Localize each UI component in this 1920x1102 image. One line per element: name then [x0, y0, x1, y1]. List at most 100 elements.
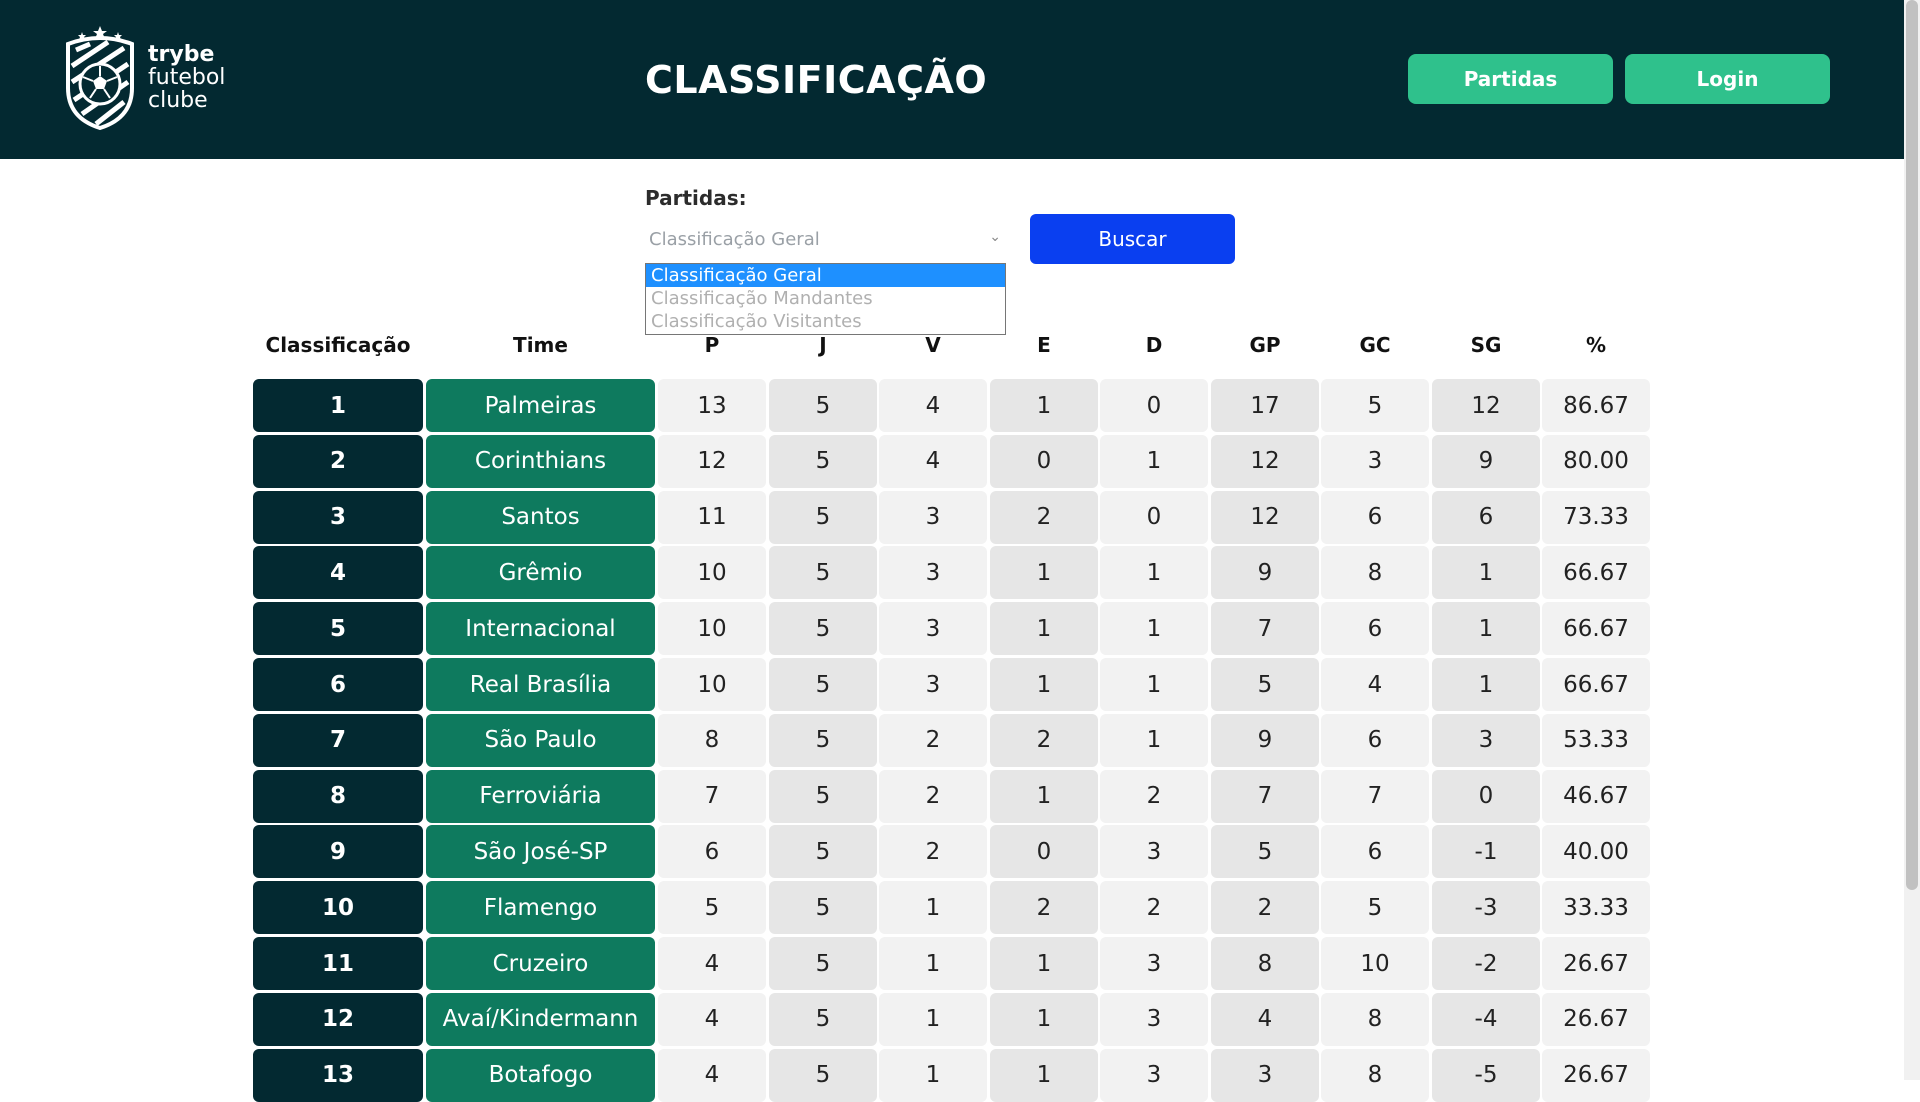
cell-goals-for: 9 [1211, 713, 1319, 767]
cell-games: 5 [769, 713, 877, 767]
cell-draws: 1 [990, 546, 1098, 600]
cell-percent: 66.67 [1542, 658, 1650, 711]
cell-position: 4 [253, 546, 423, 600]
option-visitantes[interactable]: Classificação Visitantes [646, 310, 1005, 333]
header-team: Time [513, 333, 568, 357]
cell-goals-against: 8 [1321, 1048, 1429, 1102]
cell-wins: 2 [879, 825, 987, 879]
cell-goals-for: 9 [1211, 546, 1319, 600]
cell-team: Internacional [426, 602, 655, 656]
select-value: Classificação Geral [649, 228, 820, 250]
buscar-button[interactable]: Buscar [1030, 214, 1235, 264]
classification-select[interactable]: Classificação Geral ⌄ [645, 222, 1005, 256]
page-title: CLASSIFICAÇÃO [645, 58, 988, 102]
cell-goals-for: 17 [1211, 379, 1319, 432]
cell-percent: 40.00 [1542, 825, 1650, 879]
filter-label: Partidas: [645, 186, 747, 210]
cell-points: 4 [658, 992, 766, 1046]
cell-games: 5 [769, 881, 877, 935]
cell-goal-diff: -1 [1432, 825, 1540, 879]
login-button[interactable]: Login [1625, 54, 1830, 104]
cell-goal-diff: -2 [1432, 937, 1540, 990]
cell-draws: 0 [990, 825, 1098, 879]
table-row: 1 Palmeiras 13 5 4 1 0 17 5 12 86.67 [0, 379, 1904, 432]
cell-percent: 80.00 [1542, 434, 1650, 488]
cell-games: 5 [769, 1048, 877, 1102]
cell-goals-for: 12 [1211, 490, 1319, 544]
cell-games: 5 [769, 937, 877, 990]
cell-goals-for: 4 [1211, 992, 1319, 1046]
cell-goals-for: 2 [1211, 881, 1319, 935]
cell-losses: 3 [1100, 825, 1208, 879]
trybe-logo[interactable]: trybe futebol clube [62, 26, 237, 130]
cell-goals-for: 5 [1211, 658, 1319, 711]
table-row: 9 São José-SP 6 5 2 0 3 5 6 -1 40.00 [0, 825, 1904, 879]
header-games: J [819, 333, 827, 357]
cell-games: 5 [769, 769, 877, 823]
option-geral[interactable]: Classificação Geral [646, 264, 1005, 287]
table-row: 8 Ferroviária 7 5 2 1 2 7 7 0 46.67 [0, 769, 1904, 823]
cell-games: 5 [769, 379, 877, 432]
cell-losses: 1 [1100, 546, 1208, 600]
table-row: 7 São Paulo 8 5 2 2 1 9 6 3 53.33 [0, 713, 1904, 767]
cell-position: 2 [253, 434, 423, 488]
table-row: 3 Santos 11 5 3 2 0 12 6 6 73.33 [0, 490, 1904, 544]
cell-points: 4 [658, 1048, 766, 1102]
cell-games: 5 [769, 825, 877, 879]
cell-goals-against: 6 [1321, 490, 1429, 544]
cell-goal-diff: 12 [1432, 379, 1540, 432]
cell-wins: 3 [879, 658, 987, 711]
option-mandantes[interactable]: Classificação Mandantes [646, 287, 1005, 310]
chevron-down-icon: ⌄ [989, 229, 1001, 245]
cell-percent: 26.67 [1542, 937, 1650, 990]
cell-percent: 66.67 [1542, 602, 1650, 656]
cell-points: 10 [658, 546, 766, 600]
brand-line-3: clube [148, 88, 208, 113]
cell-position: 5 [253, 602, 423, 656]
cell-team: Avaí/Kindermann [426, 992, 655, 1046]
cell-wins: 1 [879, 881, 987, 935]
cell-team: Corinthians [426, 434, 655, 488]
cell-position: 1 [253, 379, 423, 432]
cell-points: 8 [658, 713, 766, 767]
cell-losses: 1 [1100, 658, 1208, 711]
table-row: 13 Botafogo 4 5 1 1 3 3 8 -5 26.67 [0, 1048, 1904, 1102]
cell-position: 12 [253, 992, 423, 1046]
cell-games: 5 [769, 658, 877, 711]
table-row: 10 Flamengo 5 5 1 2 2 2 5 -3 33.33 [0, 881, 1904, 935]
cell-team: Cruzeiro [426, 937, 655, 990]
header-percent: % [1585, 333, 1607, 357]
cell-points: 11 [658, 490, 766, 544]
cell-goal-diff: 9 [1432, 434, 1540, 488]
cell-wins: 1 [879, 992, 987, 1046]
cell-wins: 1 [879, 937, 987, 990]
cell-points: 13 [658, 379, 766, 432]
table-row: 12 Avaí/Kindermann 4 5 1 1 3 4 8 -4 26.67 [0, 992, 1904, 1046]
cell-percent: 66.67 [1542, 546, 1650, 600]
table-row: 5 Internacional 10 5 3 1 1 7 6 1 66.67 [0, 602, 1904, 656]
cell-goals-against: 6 [1321, 825, 1429, 879]
cell-team: Flamengo [426, 881, 655, 935]
cell-goals-against: 7 [1321, 769, 1429, 823]
cell-points: 10 [658, 658, 766, 711]
brand-line-2: futebol [148, 65, 226, 90]
cell-losses: 3 [1100, 937, 1208, 990]
cell-team: Grêmio [426, 546, 655, 600]
scrollbar-thumb[interactable] [1906, 0, 1918, 890]
cell-goals-against: 6 [1321, 602, 1429, 656]
cell-losses: 3 [1100, 1048, 1208, 1102]
crest-icon [66, 26, 134, 130]
cell-position: 11 [253, 937, 423, 990]
cell-draws: 1 [990, 769, 1098, 823]
cell-goal-diff: 6 [1432, 490, 1540, 544]
cell-percent: 53.33 [1542, 713, 1650, 767]
cell-goals-against: 5 [1321, 881, 1429, 935]
cell-wins: 2 [879, 769, 987, 823]
cell-team: Ferroviária [426, 769, 655, 823]
cell-wins: 2 [879, 713, 987, 767]
cell-goals-against: 8 [1321, 992, 1429, 1046]
partidas-button[interactable]: Partidas [1408, 54, 1613, 104]
cell-position: 13 [253, 1048, 423, 1102]
cell-position: 8 [253, 769, 423, 823]
cell-position: 3 [253, 490, 423, 544]
